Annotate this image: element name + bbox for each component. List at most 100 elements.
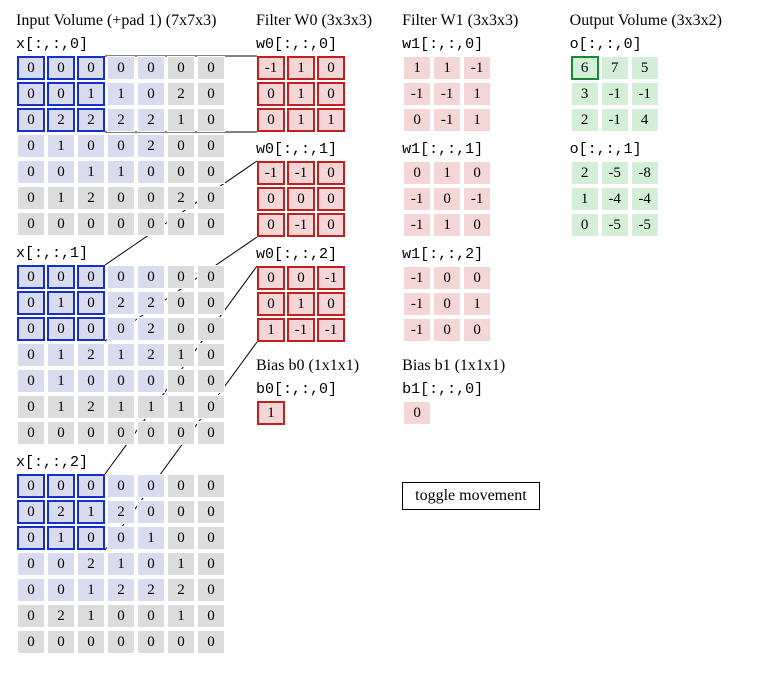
cell: 0 [197,526,225,550]
cell: -1 [433,82,461,106]
cell: 0 [463,213,491,237]
cell: 0 [107,212,135,236]
cell: 0 [137,630,165,654]
cell: 1 [77,82,105,106]
w1-grid: 010-10-1-110 [402,160,540,238]
cell: 2 [167,578,195,602]
cell: -4 [631,187,659,211]
input-grid: 0000000001102002222100100200001100001200… [16,55,226,237]
cell: 0 [197,56,225,80]
cell: -1 [631,82,659,106]
cell: 0 [463,266,491,290]
cell: -1 [601,82,629,106]
cell: 0 [167,291,195,315]
cell: 1 [137,526,165,550]
output-slice-label: o[:,:,0] [570,36,642,53]
cell: 1 [433,56,461,80]
cell: 0 [17,186,45,210]
cell: 0 [167,421,195,445]
cell: -1 [403,187,431,211]
cell: 0 [317,213,345,237]
cell: -5 [601,161,629,185]
w0-grid: 00-10101-1-1 [256,265,372,343]
cell: 0 [433,266,461,290]
cell: -1 [403,292,431,316]
cell: 0 [107,604,135,628]
cell: 0 [167,160,195,184]
cell: 1 [47,343,75,367]
cell: 0 [197,265,225,289]
cell: -1 [257,161,285,185]
cell: 0 [107,369,135,393]
cell: 1 [47,186,75,210]
w1-grid: -100-101-100 [402,265,540,343]
toggle-movement-button[interactable]: toggle movement [402,482,540,510]
cell: 2 [137,134,165,158]
cell: 1 [167,343,195,367]
cell: 0 [77,317,105,341]
cell: 0 [571,213,599,237]
cell: 0 [77,134,105,158]
cell: 1 [287,82,315,106]
cell: 0 [17,369,45,393]
cell: 0 [77,265,105,289]
cell: 0 [403,161,431,185]
cell: 1 [403,56,431,80]
cell: 1 [107,343,135,367]
cell: -1 [287,318,315,342]
cell: 0 [107,265,135,289]
cell: -8 [631,161,659,185]
cell: 1 [167,108,195,132]
cell: 0 [47,474,75,498]
cell: -1 [317,318,345,342]
cell: 0 [17,500,45,524]
cell: 0 [167,500,195,524]
cell: -1 [463,56,491,80]
cell: 1 [167,604,195,628]
cell: 1 [257,318,285,342]
cell: 0 [197,552,225,576]
cell: 2 [47,108,75,132]
bias1-cell: 0 [403,401,431,425]
cell: 2 [77,108,105,132]
w0-slice-label: w0[:,:,2] [256,246,372,263]
cell: 0 [137,56,165,80]
cell: 0 [433,318,461,342]
cell: 0 [403,108,431,132]
cell: 0 [197,369,225,393]
cell: 0 [47,56,75,80]
cell: 2 [77,552,105,576]
cell: 0 [17,160,45,184]
cell: 1 [47,369,75,393]
cell: 0 [47,421,75,445]
cell: 1 [433,213,461,237]
cell: 0 [17,474,45,498]
cell: 1 [107,395,135,419]
cell: 0 [107,317,135,341]
output-slice-label: o[:,:,1] [570,141,642,158]
cell: 0 [17,630,45,654]
cell: -1 [287,161,315,185]
cell: 0 [197,474,225,498]
cell: 0 [197,212,225,236]
w1-grid: 11-1-1-110-11 [402,55,540,133]
cell: 1 [463,292,491,316]
cell: 0 [317,187,345,211]
cell: 0 [17,317,45,341]
bias0-label: b0[:,:,0] [256,381,372,398]
cell: 0 [137,500,165,524]
cell: 0 [17,552,45,576]
cell: 2 [137,578,165,602]
cell: -1 [287,213,315,237]
cell: 2 [77,395,105,419]
cell: 1 [77,578,105,602]
cell: 0 [107,186,135,210]
cell: 1 [77,500,105,524]
cell: -1 [257,56,285,80]
w0-title: Filter W0 (3x3x3) [256,12,372,30]
cell: 0 [197,421,225,445]
cell: 0 [107,56,135,80]
cell: 0 [167,134,195,158]
output-grid: 6753-1-12-14 [570,55,660,133]
cell: 2 [137,108,165,132]
